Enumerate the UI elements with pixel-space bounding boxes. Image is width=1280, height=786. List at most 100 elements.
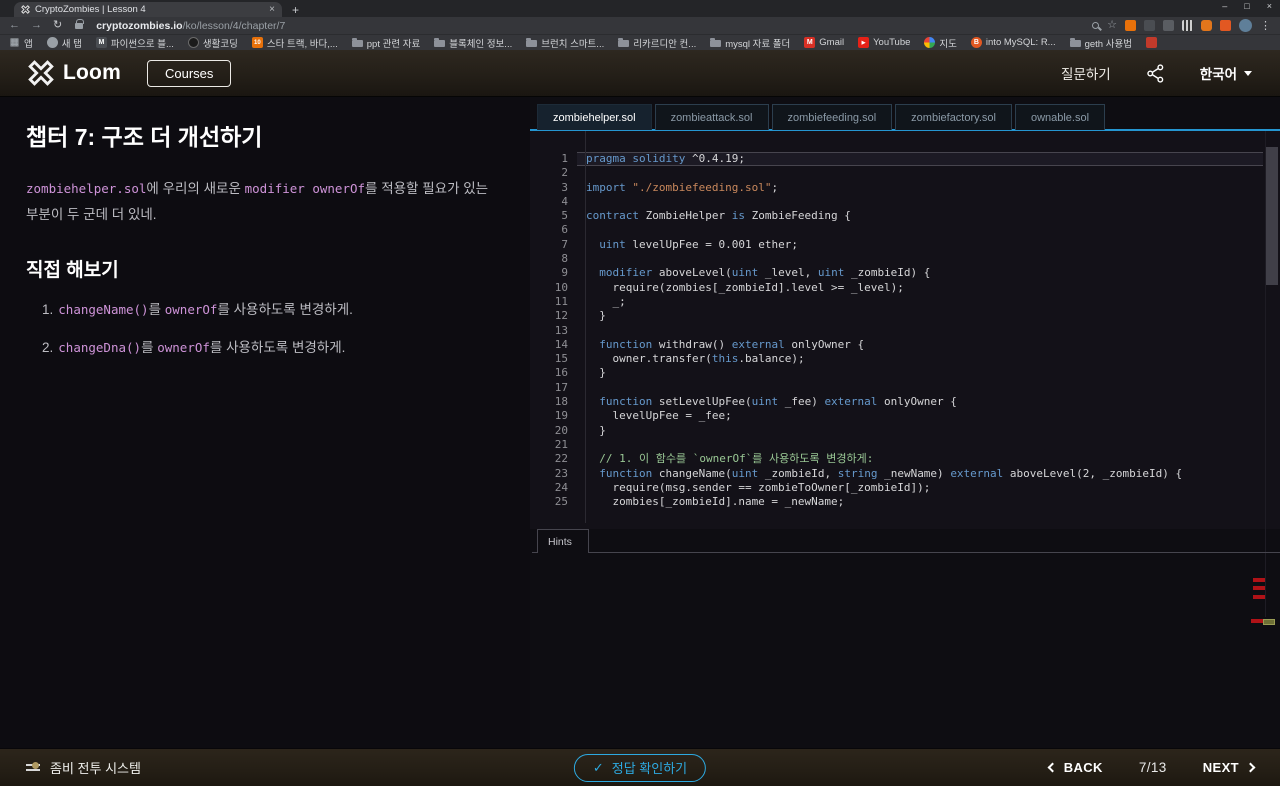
extension-icon-4[interactable] <box>1220 20 1231 31</box>
dark-circle-icon <box>187 37 199 48</box>
code-token-txt: } <box>586 423 606 437</box>
profile-avatar[interactable] <box>1239 19 1252 32</box>
bookmark-item[interactable]: ▶ YouTube <box>858 37 910 48</box>
ten-badge-icon: 10 <box>251 37 263 48</box>
address-bar[interactable]: cryptozombies.io/ko/lesson/4/chapter/7 <box>96 20 285 32</box>
new-tab-button[interactable]: + <box>292 3 299 17</box>
line-number: 5 <box>561 209 568 223</box>
bookmark-item[interactable]: M 파이썬으로 블... <box>95 36 174 50</box>
text-segment: 를 <box>148 302 165 317</box>
line-number: 2 <box>561 166 568 180</box>
extension-icon-3[interactable] <box>1163 20 1174 31</box>
line-number: 25 <box>554 495 568 509</box>
chevron-right-icon <box>1245 762 1256 773</box>
ask-question-link[interactable]: 질문하기 <box>1061 63 1111 83</box>
line-number: 17 <box>554 380 568 394</box>
bookmark-label: Gmail <box>819 37 845 48</box>
bookmark-item[interactable]: 10 스타 트랙, 바다,... <box>251 36 338 50</box>
course-title: 좀비 전투 시스템 <box>50 761 141 776</box>
editor-tab-zombiefeeding-sol[interactable]: zombiefeeding.sol <box>771 104 893 130</box>
forward-icon[interactable]: → <box>31 20 42 31</box>
tab-hints[interactable]: Hints <box>537 529 589 553</box>
search-icon[interactable] <box>1092 22 1100 29</box>
editor-tab-zombiefactory-sol[interactable]: zombiefactory.sol <box>895 104 1012 130</box>
editor-tab-zombieattack-sol[interactable]: zombieattack.sol <box>654 104 769 130</box>
window-close-button[interactable]: × <box>1267 1 1272 11</box>
loom-brand[interactable]: Loom <box>28 60 121 86</box>
bookmark-item[interactable]: Binto MySQL: R... <box>970 37 1056 48</box>
barcode-extension-icon[interactable] <box>1182 20 1193 31</box>
code-line: 10 require(zombies[_zombieId].level >= _… <box>530 281 1280 295</box>
code-editor[interactable]: 1 pragma solidity ^0.4.19; 2 3 import "./zom… <box>530 131 1280 529</box>
chapter-progress: 7/13 <box>1138 760 1167 775</box>
editor-scrollbar-thumb[interactable] <box>1266 147 1278 285</box>
bookmark-item[interactable]: geth 사용법 <box>1069 36 1132 50</box>
code-token-kw: uint <box>817 266 845 280</box>
refresh-icon[interactable]: ↻ <box>53 20 62 31</box>
extension-icon-2[interactable] <box>1144 20 1155 31</box>
url-domain: cryptozombies.io <box>96 19 183 32</box>
bookmark-item[interactable]: ppt 관련 자료 <box>351 36 420 50</box>
code-token-txt: levelUpFee = 0.001 ether; <box>625 237 798 251</box>
bookmark-item[interactable]: 생활코딩 <box>187 36 238 50</box>
bookmark-label: 리카르디안 컨... <box>633 38 697 50</box>
main-content: 챕터 7: 구조 더 개선하기 zombiehelper.sol에 우리의 새로… <box>0 97 1280 748</box>
editor-tab-ownable-sol[interactable]: ownable.sol <box>1014 104 1106 130</box>
globe-icon <box>46 37 58 48</box>
bookmark-item[interactable]: 리카르디안 컨... <box>618 36 696 50</box>
bookmark-item[interactable]: ▦ 앱 <box>9 36 33 50</box>
bookmark-item[interactable]: 지도 <box>924 36 957 50</box>
code-token-txt: require(msg.sender == zombieToOwner[_zom… <box>586 480 931 494</box>
window-minimize-button[interactable]: – <box>1222 1 1227 11</box>
course-icon <box>26 762 43 773</box>
code-line: 18 function setLevelUpFee(uint _fee) ext… <box>530 395 1280 409</box>
language-selector[interactable]: 한국어 <box>1200 63 1252 83</box>
gmail-icon: M <box>804 37 816 48</box>
code-token-kw: solidity <box>632 152 686 165</box>
code-line: 17 <box>530 381 1280 395</box>
code-token-txt: levelUpFee = _fee; <box>586 409 732 423</box>
line-number: 12 <box>554 309 568 323</box>
back-icon[interactable]: ← <box>9 20 20 31</box>
back-button[interactable]: BACK <box>1047 760 1103 775</box>
language-label: 한국어 <box>1199 67 1237 82</box>
browser-tab[interactable]: CryptoZombies | Lesson 4 × <box>14 2 282 17</box>
code-token-kw: function <box>599 337 653 351</box>
bookmark-item[interactable] <box>1145 37 1157 48</box>
next-button[interactable]: NEXT <box>1203 760 1256 775</box>
check-answer-button[interactable]: ✓ 정답 확인하기 <box>573 753 707 782</box>
bookmark-item[interactable]: 브런치 스마트... <box>526 36 604 50</box>
folder-icon <box>1069 38 1081 47</box>
inline-code: modifier ownerOf <box>244 181 366 196</box>
code-line: 6 <box>530 223 1280 237</box>
window-maximize-button[interactable]: □ <box>1244 1 1249 11</box>
tab-close-icon[interactable]: × <box>269 4 275 15</box>
line-number: 14 <box>554 337 568 351</box>
line-number: 24 <box>554 480 568 494</box>
courses-button[interactable]: Courses <box>146 59 232 87</box>
share-icon[interactable] <box>1145 63 1166 84</box>
bookmark-item[interactable]: 새 탭 <box>46 36 82 50</box>
bookmark-item[interactable]: M Gmail <box>804 37 844 48</box>
code-token-kw: function <box>599 466 653 480</box>
editor-tab-zombiehelper-sol[interactable]: zombiehelper.sol <box>537 104 652 130</box>
browser-menu-icon[interactable]: ⋮ <box>1260 19 1271 32</box>
bookmark-item[interactable]: mysql 자료 폴더 <box>710 36 790 50</box>
browser-tab-strip: CryptoZombies | Lesson 4 × + – □ × <box>0 0 1280 17</box>
url-path: /ko/lesson/4/chapter/7 <box>182 19 286 32</box>
bookmark-label: into MySQL: R... <box>985 37 1056 48</box>
bookmark-item[interactable]: 블록체인 정보... <box>434 36 512 50</box>
code-token-kw: uint <box>751 395 779 409</box>
metamask-icon[interactable] <box>1201 20 1212 31</box>
line-number: 15 <box>554 352 568 366</box>
bookmark-star-icon[interactable]: ☆ <box>1107 20 1117 31</box>
code-line: 5 contract ZombieHelper is ZombieFeeding … <box>530 209 1280 223</box>
extension-icon-1[interactable] <box>1125 20 1136 31</box>
code-line: 12 } <box>530 309 1280 323</box>
